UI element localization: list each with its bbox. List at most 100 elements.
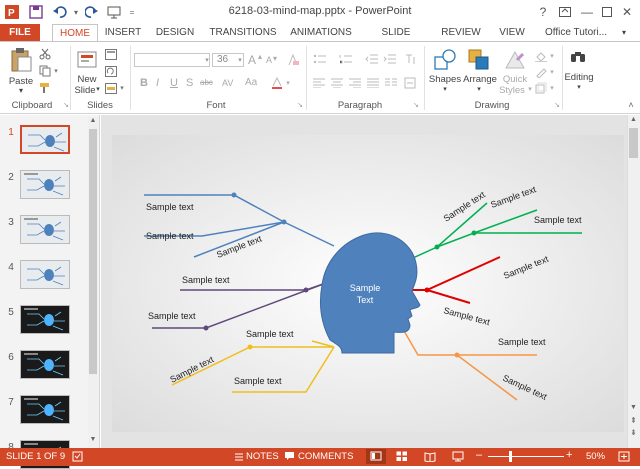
bold-button[interactable]: B (140, 77, 148, 89)
slide-canvas[interactable]: Sample Text Sample text Sample text Samp… (112, 135, 624, 432)
italic-button[interactable]: I (156, 77, 159, 89)
new-slide-label-1[interactable]: New (72, 74, 102, 85)
shape-fill-icon[interactable] (534, 49, 548, 63)
columns-icon[interactable] (384, 76, 398, 90)
tab-view[interactable]: VIEW (494, 24, 530, 42)
quick-styles-icon[interactable] (502, 46, 528, 74)
comments-icon[interactable] (284, 451, 295, 464)
editing-dropdown-icon[interactable]: ▾ (574, 83, 584, 91)
paste-icon[interactable] (8, 46, 34, 74)
fit-to-window-icon[interactable] (618, 451, 630, 465)
help-icon[interactable]: ? (534, 3, 552, 21)
cut-icon[interactable] (38, 47, 52, 61)
notes-button[interactable]: NOTES (246, 451, 279, 462)
slide-thumbnail[interactable] (20, 395, 70, 424)
maximize-icon[interactable] (598, 3, 616, 21)
tab-transitions[interactable]: TRANSITIONS (206, 24, 280, 42)
zoom-slider-thumb[interactable] (509, 451, 512, 462)
character-spacing-button[interactable]: AV (222, 78, 233, 88)
section-icon[interactable] (104, 81, 118, 95)
editor-scroll-up-icon[interactable]: ▲ (628, 116, 639, 126)
slide-thumbnail[interactable] (20, 350, 70, 379)
editor-scroll-down-icon[interactable]: ▼ (628, 404, 639, 414)
editor-vertical-scrollbar[interactable] (627, 115, 640, 448)
tab-home[interactable]: HOME (52, 24, 98, 42)
tab-file[interactable]: FILE (0, 24, 40, 42)
bullets-icon[interactable] (312, 52, 328, 66)
quick-styles-dropdown-icon[interactable]: ▾ (526, 85, 534, 93)
copy-icon[interactable] (38, 64, 52, 78)
zoom-out-button[interactable]: – (476, 449, 482, 461)
format-painter-icon[interactable] (38, 81, 52, 95)
tab-slide-show[interactable]: SLIDE SHOW (366, 24, 426, 56)
thumbnails-scroll-up-icon[interactable]: ▲ (88, 117, 98, 127)
arrange-dropdown-icon[interactable]: ▾ (474, 85, 484, 93)
text-direction-icon[interactable] (402, 52, 418, 66)
decrease-indent-icon[interactable] (364, 52, 380, 66)
align-left-icon[interactable] (312, 76, 326, 90)
binoculars-icon[interactable] (568, 47, 588, 67)
shape-effects-icon[interactable] (534, 81, 548, 95)
shape-effects-dropdown-icon[interactable]: ▾ (548, 81, 556, 95)
drawing-launcher-icon[interactable]: ↘ (553, 100, 561, 110)
zoom-in-button[interactable]: + (566, 449, 572, 461)
layout-icon[interactable] (104, 47, 118, 61)
quick-styles-label-2[interactable]: Styles (496, 85, 528, 96)
shrink-font-button[interactable]: A (266, 55, 272, 65)
shape-fill-dropdown-icon[interactable]: ▾ (548, 49, 556, 63)
font-launcher-icon[interactable]: ↘ (296, 100, 304, 110)
zoom-level[interactable]: 50% (586, 451, 605, 462)
slide-thumbnail[interactable] (20, 125, 70, 154)
slide-thumbnail[interactable] (20, 215, 70, 244)
justify-icon[interactable] (366, 76, 380, 90)
numbering-icon[interactable] (338, 52, 354, 66)
new-slide-icon[interactable] (76, 47, 100, 73)
tab-review[interactable]: REVIEW (436, 24, 486, 42)
align-right-icon[interactable] (348, 76, 362, 90)
arrange-button[interactable]: Arrange (460, 74, 500, 85)
text-shadow-button[interactable]: S (186, 77, 193, 89)
close-icon[interactable]: ✕ (618, 3, 636, 21)
normal-view-button[interactable] (366, 449, 386, 464)
arrange-icon[interactable] (466, 46, 492, 74)
zoom-slider-track[interactable] (488, 456, 564, 457)
copy-dropdown-icon[interactable]: ▾ (52, 64, 60, 78)
account-dropdown-icon[interactable]: ▾ (618, 24, 630, 42)
reading-view-icon[interactable] (424, 451, 436, 465)
change-case-button[interactable]: Aa (245, 77, 257, 88)
thumbnails-scroll-thumb[interactable] (89, 129, 97, 374)
shape-outline-dropdown-icon[interactable]: ▾ (548, 65, 556, 79)
tab-animations[interactable]: ANIMATIONS (284, 24, 358, 42)
slide-thumbnail[interactable] (20, 260, 70, 289)
spell-check-icon[interactable] (72, 451, 84, 465)
font-color-dropdown-icon[interactable]: ▾ (284, 76, 292, 90)
collapse-ribbon-icon[interactable]: ˄ (626, 100, 636, 110)
thumbnails-scroll-down-icon[interactable]: ▼ (88, 436, 98, 446)
grow-font-button[interactable]: A (248, 53, 256, 67)
align-center-icon[interactable] (330, 76, 344, 90)
quick-styles-label-1[interactable]: Quick (498, 74, 532, 85)
clipboard-launcher-icon[interactable]: ↘ (62, 100, 70, 110)
shape-outline-icon[interactable] (534, 65, 548, 79)
clear-formatting-icon[interactable] (286, 53, 300, 67)
reset-icon[interactable] (104, 64, 118, 78)
slide-show-icon[interactable] (452, 451, 464, 465)
previous-slide-icon[interactable]: ⇞ (628, 416, 639, 426)
next-slide-icon[interactable]: ⇟ (628, 428, 639, 438)
notes-icon[interactable] (234, 451, 244, 464)
font-name-box[interactable] (134, 53, 210, 67)
tab-design[interactable]: DESIGN (150, 24, 200, 42)
minimize-icon[interactable]: — (578, 3, 596, 21)
section-dropdown-icon[interactable]: ▾ (118, 81, 126, 95)
editing-button[interactable]: Editing (562, 72, 596, 83)
underline-button[interactable]: U (170, 77, 178, 89)
slide-sorter-icon[interactable] (396, 451, 408, 465)
increase-indent-icon[interactable] (382, 52, 398, 66)
account-name[interactable]: Office Tutori... (536, 24, 616, 42)
tab-insert[interactable]: INSERT (100, 24, 146, 42)
paragraph-launcher-icon[interactable]: ↘ (412, 100, 420, 110)
shapes-icon[interactable] (432, 46, 458, 74)
new-slide-dropdown-icon[interactable]: ▾ (94, 85, 102, 93)
slide-thumbnail[interactable] (20, 170, 70, 199)
align-text-icon[interactable] (402, 76, 418, 90)
